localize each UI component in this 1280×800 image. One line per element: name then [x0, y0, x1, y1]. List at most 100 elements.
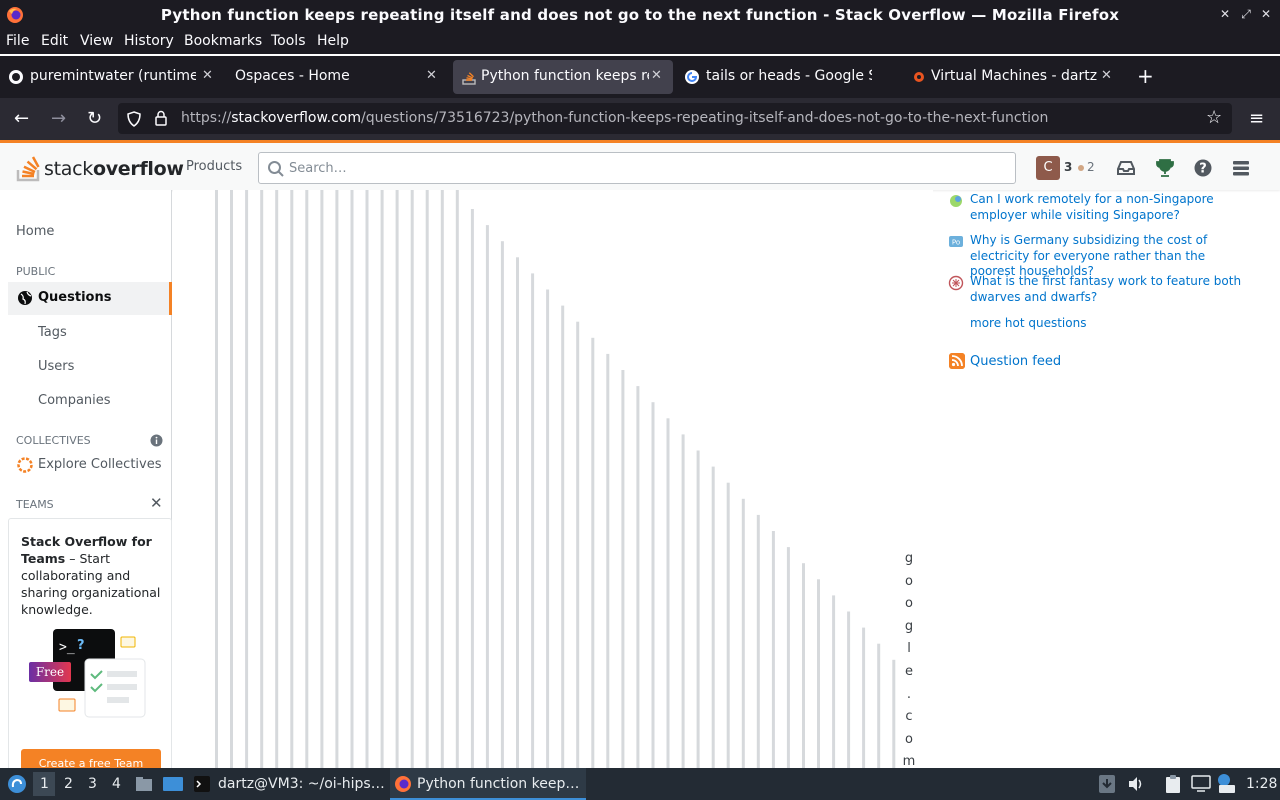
- file-manager-icon[interactable]: [134, 774, 154, 794]
- workspace-1[interactable]: 1: [40, 776, 49, 792]
- close-tab-icon[interactable]: ✕: [651, 68, 662, 83]
- nav-companies[interactable]: Companies: [38, 393, 111, 408]
- maximize-icon[interactable]: ⤢: [1238, 6, 1254, 22]
- tab-python-function[interactable]: Python function keeps re ✕: [453, 60, 673, 94]
- tab-google-search[interactable]: tails or heads - Google Se: [676, 60, 898, 94]
- nav-explore-collectives[interactable]: Explore Collectives: [38, 457, 162, 472]
- more-hot-questions-link[interactable]: more hot questions: [970, 316, 1086, 330]
- reload-icon[interactable]: ↻: [87, 108, 102, 129]
- clock: 1:28: [1246, 776, 1278, 792]
- vertical-line: [802, 563, 805, 768]
- nav-home[interactable]: Home: [16, 224, 54, 239]
- forward-arrow-icon[interactable]: →: [51, 108, 66, 129]
- bronze-badge-icon: [1078, 165, 1084, 171]
- github-icon: [9, 70, 23, 84]
- menu-history[interactable]: History: [124, 33, 174, 49]
- close-window-icon[interactable]: ✕: [1258, 6, 1274, 22]
- tab-virtual-machines[interactable]: Virtual Machines - dartz@ ✕: [903, 60, 1125, 94]
- stackoverflow-logo[interactable]: stackoverflow: [16, 151, 184, 183]
- network-icon[interactable]: [1191, 775, 1211, 793]
- url-text[interactable]: https://stackoverflow.com/questions/7351…: [181, 110, 1048, 126]
- updates-icon[interactable]: [1098, 774, 1116, 794]
- vertical-char: .: [906, 686, 912, 702]
- volume-icon[interactable]: [1127, 775, 1145, 793]
- new-tab-button[interactable]: +: [1137, 64, 1154, 88]
- vertical-line: [350, 190, 354, 768]
- nav-users[interactable]: Users: [38, 359, 74, 374]
- tab-label: Ospaces - Home: [235, 68, 350, 84]
- menu-tools[interactable]: Tools: [271, 33, 306, 49]
- hot-question-link[interactable]: Why is Germany subsidizing the cost of e…: [970, 233, 1246, 280]
- workspace-2[interactable]: 2: [64, 776, 73, 792]
- clipboard-icon[interactable]: [1163, 774, 1183, 794]
- hot-question-link[interactable]: What is the first fantasy work to featur…: [970, 274, 1246, 305]
- menu-help[interactable]: Help: [317, 33, 349, 49]
- nav-questions[interactable]: Questions: [8, 282, 172, 315]
- vertical-line: [892, 659, 896, 768]
- tab-puremintwater[interactable]: puremintwater (runtime) ✕: [0, 60, 222, 94]
- vertical-line: [606, 353, 610, 768]
- desktop-icon[interactable]: [162, 774, 184, 794]
- vertical-line: [215, 190, 218, 768]
- search-input[interactable]: [289, 153, 989, 183]
- close-teams-icon[interactable]: ✕: [150, 494, 163, 512]
- workspace-4[interactable]: 4: [112, 776, 121, 792]
- terminal-icon: [194, 776, 210, 792]
- achievements-icon[interactable]: [1154, 157, 1176, 179]
- close-tab-icon[interactable]: ✕: [1101, 68, 1112, 83]
- task-firefox-label: Python function keep…: [417, 776, 580, 792]
- question-feed-link[interactable]: Question feed: [970, 354, 1061, 369]
- tab-strip: puremintwater (runtime) ✕ Ospaces - Home…: [0, 56, 1280, 98]
- url-bar[interactable]: https://stackoverflow.com/questions/7351…: [118, 103, 1232, 134]
- user-avatar[interactable]: C: [1036, 156, 1060, 180]
- vertical-char: o: [905, 731, 913, 747]
- workspace-3[interactable]: 3: [88, 776, 97, 792]
- products-link[interactable]: Products: [186, 159, 242, 174]
- vertical-line: [470, 209, 474, 768]
- menu-view[interactable]: View: [80, 33, 113, 49]
- vertical-line: [320, 190, 324, 768]
- menu-edit[interactable]: Edit: [41, 33, 68, 49]
- url-prefix: https://: [181, 110, 232, 126]
- search-icon: [268, 161, 284, 177]
- tab-label: tails or heads - Google Se: [706, 68, 872, 84]
- task-firefox[interactable]: Python function keep…: [390, 768, 586, 800]
- vertical-line: [817, 579, 820, 768]
- vertical-line: [832, 595, 836, 768]
- vertical-line: [576, 321, 580, 768]
- lock-icon[interactable]: [154, 110, 168, 127]
- vertical-line: [651, 402, 655, 768]
- notification-icon[interactable]: [1217, 773, 1237, 795]
- back-arrow-icon[interactable]: ←: [14, 108, 29, 129]
- close-tab-icon[interactable]: ✕: [426, 68, 437, 83]
- hot-question-link[interactable]: Can I work remotely for a non-Singapore …: [970, 192, 1246, 223]
- nav-tags[interactable]: Tags: [38, 325, 67, 340]
- minimize-icon[interactable]: ✕: [1217, 6, 1233, 22]
- google-icon: [685, 70, 699, 84]
- info-icon[interactable]: [150, 434, 163, 447]
- menu-bar: File Edit View History Bookmarks Tools H…: [0, 30, 1280, 54]
- search-box[interactable]: [258, 152, 1016, 184]
- bookmark-star-icon[interactable]: ☆: [1206, 107, 1222, 128]
- menu-file[interactable]: File: [6, 33, 29, 49]
- bronze-badge-count: 2: [1087, 160, 1095, 174]
- close-tab-icon[interactable]: ✕: [202, 68, 213, 83]
- menu-bookmarks[interactable]: Bookmarks: [184, 33, 262, 49]
- vertical-char: g: [904, 551, 914, 566]
- left-sidebar: Home PUBLIC Questions Tags Users Compani…: [0, 190, 172, 779]
- tab-ospaces[interactable]: Ospaces - Home ✕: [222, 60, 450, 94]
- site-switcher-icon[interactable]: [1230, 157, 1252, 179]
- vertical-line: [260, 190, 264, 768]
- help-icon[interactable]: ?: [1192, 157, 1214, 179]
- task-terminal[interactable]: dartz@VM3: ~/oi-hips…: [190, 768, 386, 800]
- vertical-line: [771, 531, 775, 768]
- inbox-icon[interactable]: [1115, 157, 1137, 179]
- rss-feed-icon[interactable]: [949, 353, 965, 369]
- shield-icon[interactable]: [127, 111, 141, 127]
- vertical-line: [786, 547, 790, 768]
- start-menu-icon[interactable]: [6, 773, 28, 795]
- logo-light-text: stack: [44, 158, 93, 180]
- vertical-char: g: [904, 618, 914, 634]
- vertical-line: [395, 190, 399, 768]
- hamburger-menu-icon[interactable]: ≡: [1249, 108, 1264, 129]
